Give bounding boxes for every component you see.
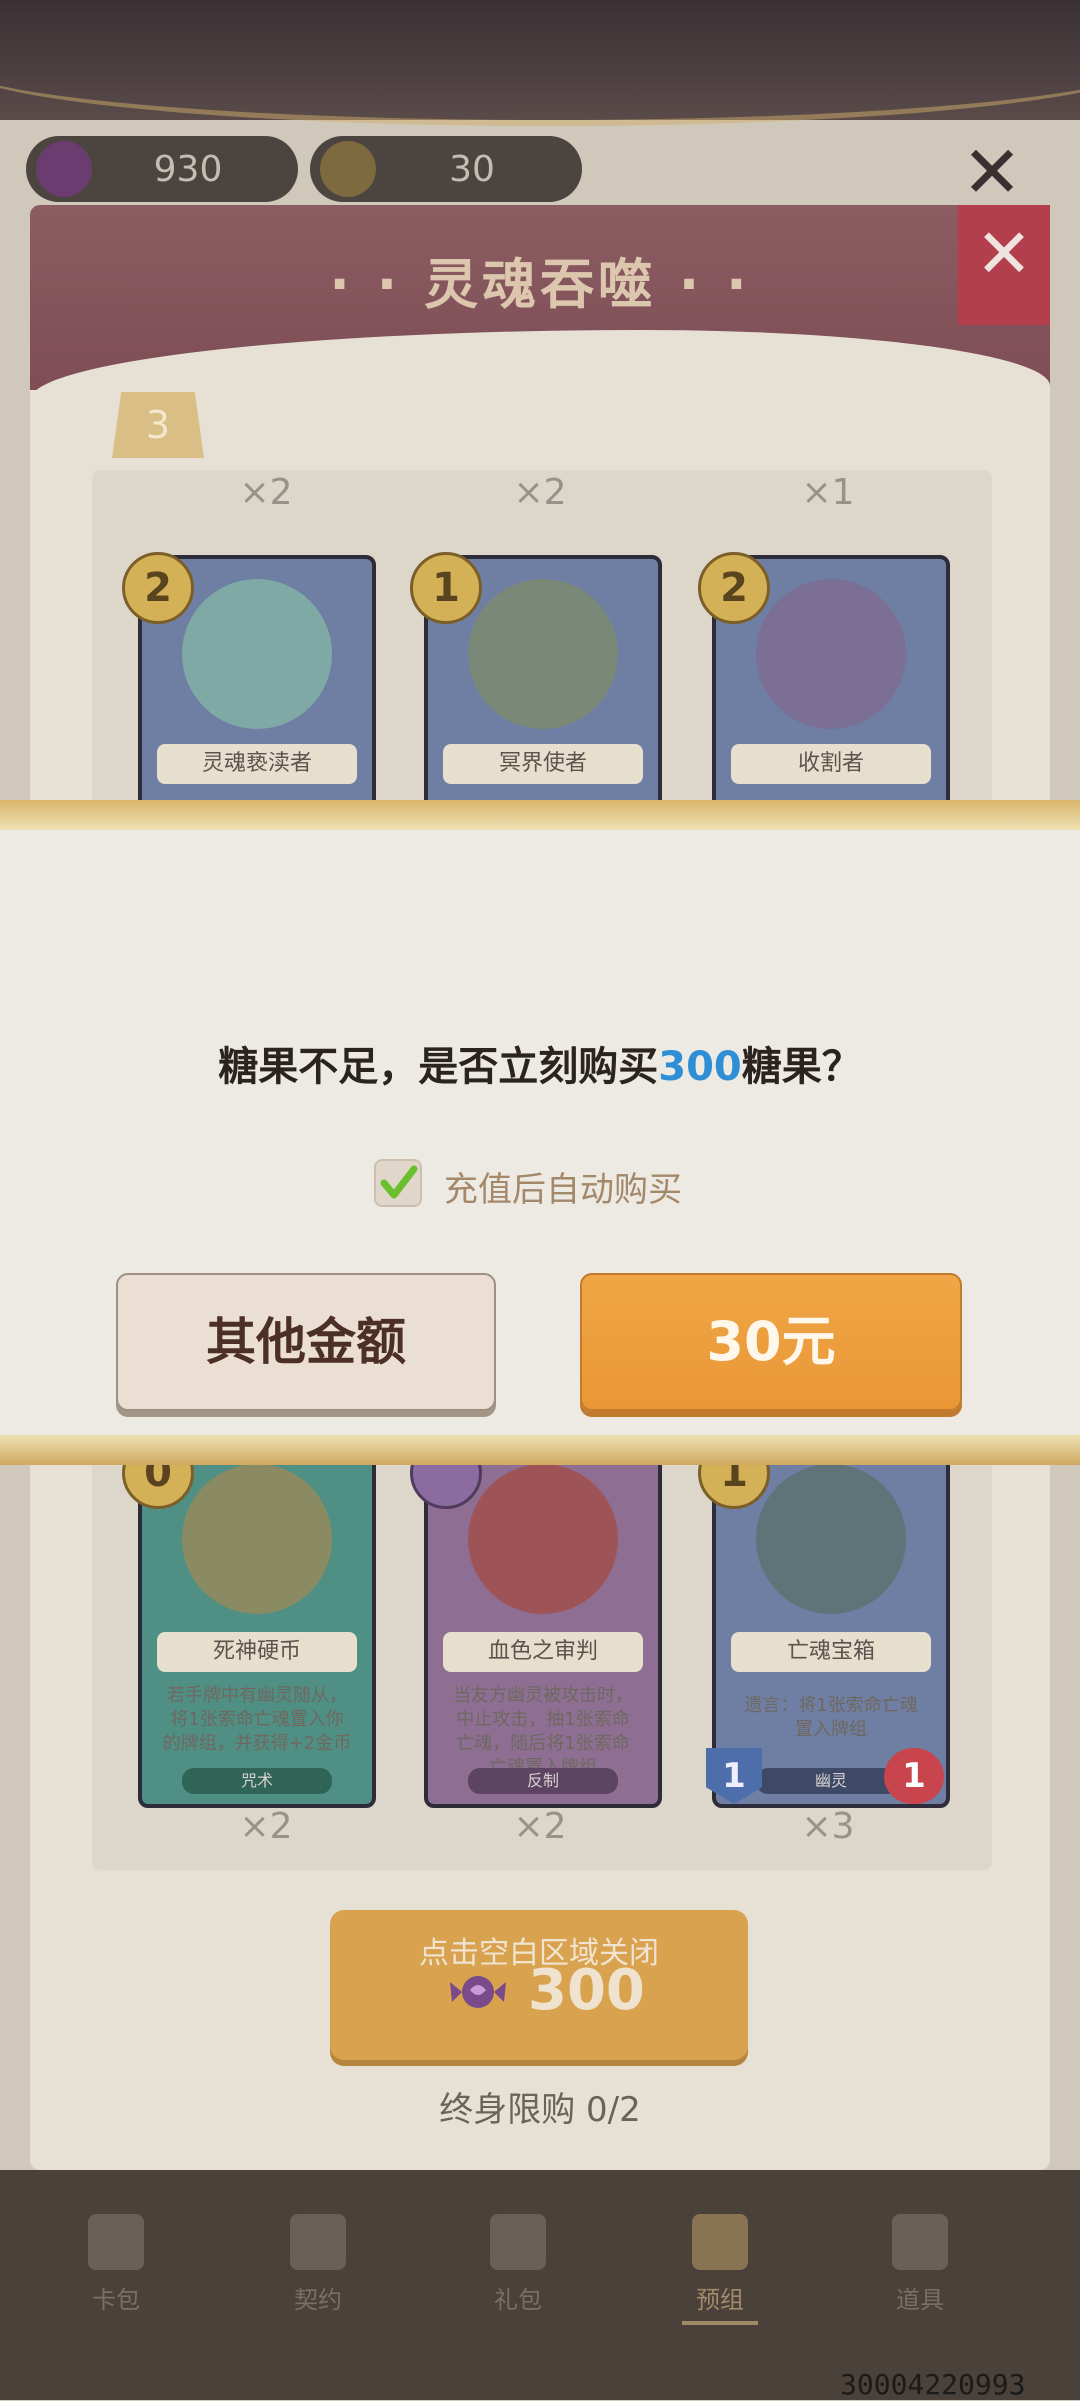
card-name: 死神硬币: [157, 1632, 357, 1672]
card-count: ×2: [513, 472, 567, 513]
pack-level-badge: 3: [112, 392, 204, 458]
nav-card-pack[interactable]: 卡包: [56, 2214, 176, 2315]
card-description: 当友方幽灵被攻击时，中止攻击，抽1张索命亡魂，随后将1张索命亡魂置入牌组: [453, 1685, 633, 1778]
dialog-bottom-edge: [0, 1435, 1080, 1465]
panel-close-button[interactable]: ✕: [958, 205, 1050, 325]
soul-currency-value: 930: [153, 148, 223, 190]
nav-gift-pack[interactable]: 礼包: [458, 2214, 578, 2315]
nav-preset-deck[interactable]: 预组: [660, 2214, 780, 2325]
card-art: [468, 579, 618, 729]
gold-currency-value: 30: [449, 148, 495, 190]
card-cost: 2: [122, 552, 194, 624]
card-description: 若手牌中有幽灵随从，将1张索命亡魂置入你的牌组，并获得+2金币: [162, 1685, 352, 1754]
panel-title: · · 灵魂吞噬 · ·: [329, 253, 751, 316]
nav-contract[interactable]: 契约: [258, 2214, 378, 2315]
card-health: 1: [884, 1748, 944, 1804]
pay-button[interactable]: 30元: [580, 1273, 962, 1411]
card-name: 收割者: [731, 744, 931, 784]
dialog-message-amount: 300: [658, 1044, 742, 1090]
nav-label: 契约: [294, 2286, 342, 2314]
other-amount-button[interactable]: 其他金额: [116, 1273, 496, 1411]
card-count: ×2: [513, 1806, 567, 1847]
card-count: ×1: [801, 472, 855, 513]
card-name: 血色之审判: [443, 1632, 643, 1672]
contract-icon: [290, 2214, 346, 2270]
gold-coin-icon: [320, 141, 376, 197]
purchase-limit: 终身限购 0/2: [439, 2090, 641, 2130]
soul-currency-display: 930: [26, 136, 298, 202]
card-art: [182, 1464, 332, 1614]
dialog-message-prefix: 糖果不足，是否立刻购买: [218, 1044, 659, 1090]
card-art: [756, 1464, 906, 1614]
card-name: 亡魂宝箱: [731, 1632, 931, 1672]
card-cost: 2: [698, 552, 770, 624]
auto-purchase-checkbox[interactable]: [374, 1159, 422, 1207]
dialog-top-edge: [0, 800, 1080, 830]
purchase-price: 300: [528, 1958, 645, 2023]
card-art: [468, 1464, 618, 1614]
card-pack-icon: [88, 2214, 144, 2270]
top-decoration: [0, 0, 1080, 126]
dialog-message: 糖果不足，是否立刻购买300糖果？: [0, 1034, 1080, 1092]
checkmark-icon: [380, 1165, 418, 1199]
card-name: 灵魂亵渎者: [157, 744, 357, 784]
gift-icon: [490, 2214, 546, 2270]
card-count: ×2: [239, 472, 293, 513]
card-description: 遗言：将1张索命亡魂置入牌组: [744, 1695, 918, 1740]
card-type: 反制: [468, 1768, 618, 1794]
card-count: ×3: [801, 1806, 855, 1847]
items-icon: [892, 2214, 948, 2270]
card-art: [182, 579, 332, 729]
candy-icon: [450, 1976, 506, 2008]
close-icon: ✕: [975, 215, 1033, 294]
card-cost: 1: [410, 552, 482, 624]
close-icon[interactable]: ✕: [960, 136, 1024, 208]
dialog-message-suffix: 糖果？: [741, 1044, 862, 1090]
auto-purchase-label: 充值后自动购买: [444, 1170, 682, 1210]
gold-currency-display: 30: [310, 136, 582, 202]
nav-label: 卡包: [92, 2286, 140, 2314]
active-tab-indicator: [682, 2321, 758, 2325]
card-count: ×2: [239, 1806, 293, 1847]
nav-label: 道具: [896, 2286, 944, 2314]
card-type: 咒术: [182, 1768, 332, 1794]
build-id: 30004220993: [840, 2368, 1026, 2401]
nav-label: 礼包: [494, 2286, 542, 2314]
preset-deck-icon: [692, 2214, 748, 2270]
card-name: 冥界使者: [443, 744, 643, 784]
nav-items[interactable]: 道具: [860, 2214, 980, 2315]
soul-currency-icon: [36, 141, 92, 197]
nav-label: 预组: [696, 2286, 744, 2314]
card-art: [756, 579, 906, 729]
